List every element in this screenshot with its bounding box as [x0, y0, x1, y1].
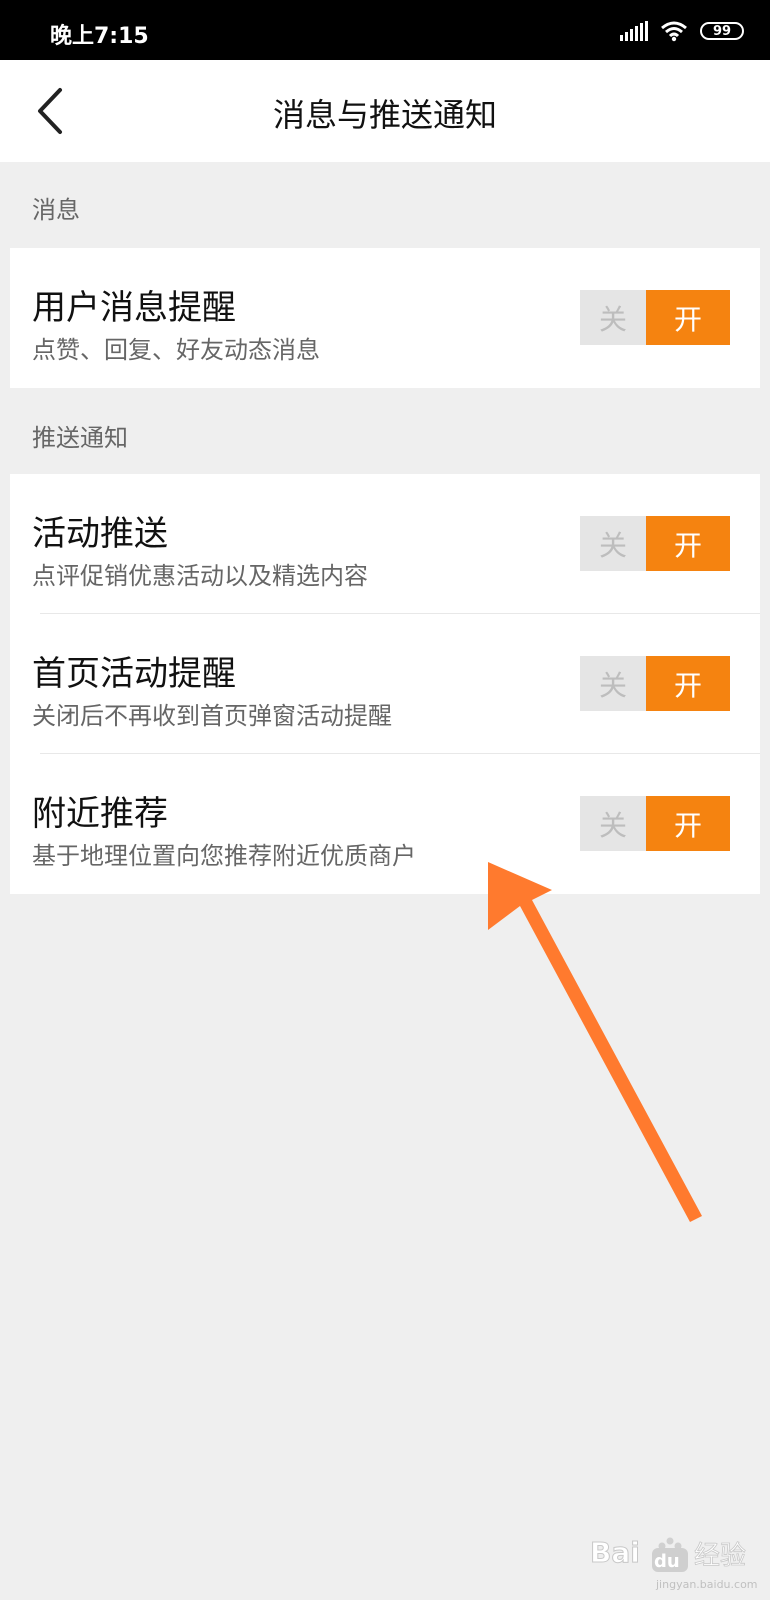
toggle-off-label[interactable]: 关 [580, 290, 646, 345]
setting-row-activity-push: 活动推送 点评促销优惠活动以及精选内容 关 开 [10, 474, 760, 614]
section-label-messages: 消息 [32, 196, 80, 224]
setting-subtitle: 点赞、回复、好友动态消息 [32, 336, 320, 364]
toggle-on-label[interactable]: 开 [646, 656, 730, 711]
toggle-off-label[interactable]: 关 [580, 656, 646, 711]
setting-title: 用户消息提醒 [32, 288, 236, 328]
annotation-arrow-icon [488, 862, 702, 1222]
watermark-brand-suffix: du [654, 1551, 680, 1572]
toggle-on-label[interactable]: 开 [646, 796, 730, 851]
toggle-on-label[interactable]: 开 [646, 290, 730, 345]
setting-title: 活动推送 [32, 514, 168, 554]
watermark-url: jingyan.baidu.com [656, 1578, 758, 1591]
setting-subtitle: 基于地理位置向您推荐附近优质商户 [32, 842, 416, 870]
section-label-push: 推送通知 [32, 424, 128, 452]
battery-level: 99 [712, 23, 732, 39]
page-title: 消息与推送通知 [272, 96, 497, 134]
signal-icon [620, 21, 648, 41]
setting-subtitle: 点评促销优惠活动以及精选内容 [32, 562, 368, 590]
watermark-brand-prefix: Bai [590, 1536, 640, 1569]
setting-title: 首页活动提醒 [32, 654, 236, 694]
toggle-user-message[interactable]: 关 开 [580, 290, 730, 345]
settings-card-push: 活动推送 点评促销优惠活动以及精选内容 关 开 首页活动提醒 关闭后不再收到首页… [10, 474, 760, 894]
toggle-activity-push[interactable]: 关 开 [580, 516, 730, 571]
watermark-brand-cn: 经验 [694, 1541, 746, 1571]
toggle-off-label[interactable]: 关 [580, 796, 646, 851]
setting-title: 附近推荐 [32, 794, 168, 834]
toggle-off-label[interactable]: 关 [580, 516, 646, 571]
toggle-homepage-reminder[interactable]: 关 开 [580, 656, 730, 711]
status-bar: 晚上7:15 99 [0, 0, 770, 60]
settings-card-messages: 用户消息提醒 点赞、回复、好友动态消息 关 开 [10, 248, 760, 388]
toggle-on-label[interactable]: 开 [646, 516, 730, 571]
paw-icon [658, 1537, 682, 1550]
setting-row-user-message: 用户消息提醒 点赞、回复、好友动态消息 关 开 [10, 248, 760, 388]
status-icons: 99 [620, 18, 744, 44]
setting-row-homepage-reminder: 首页活动提醒 关闭后不再收到首页弹窗活动提醒 关 开 [10, 614, 760, 754]
status-time: 晚上7:15 [50, 24, 149, 49]
setting-subtitle: 关闭后不再收到首页弹窗活动提醒 [32, 702, 392, 730]
toggle-nearby-recommend[interactable]: 关 开 [580, 796, 730, 851]
header-bar: 消息与推送通知 [0, 60, 770, 162]
wifi-icon [661, 21, 687, 42]
baidu-jingyan-watermark-icon: Bai du 经验 [590, 1536, 746, 1572]
battery-icon: 99 [700, 22, 744, 40]
